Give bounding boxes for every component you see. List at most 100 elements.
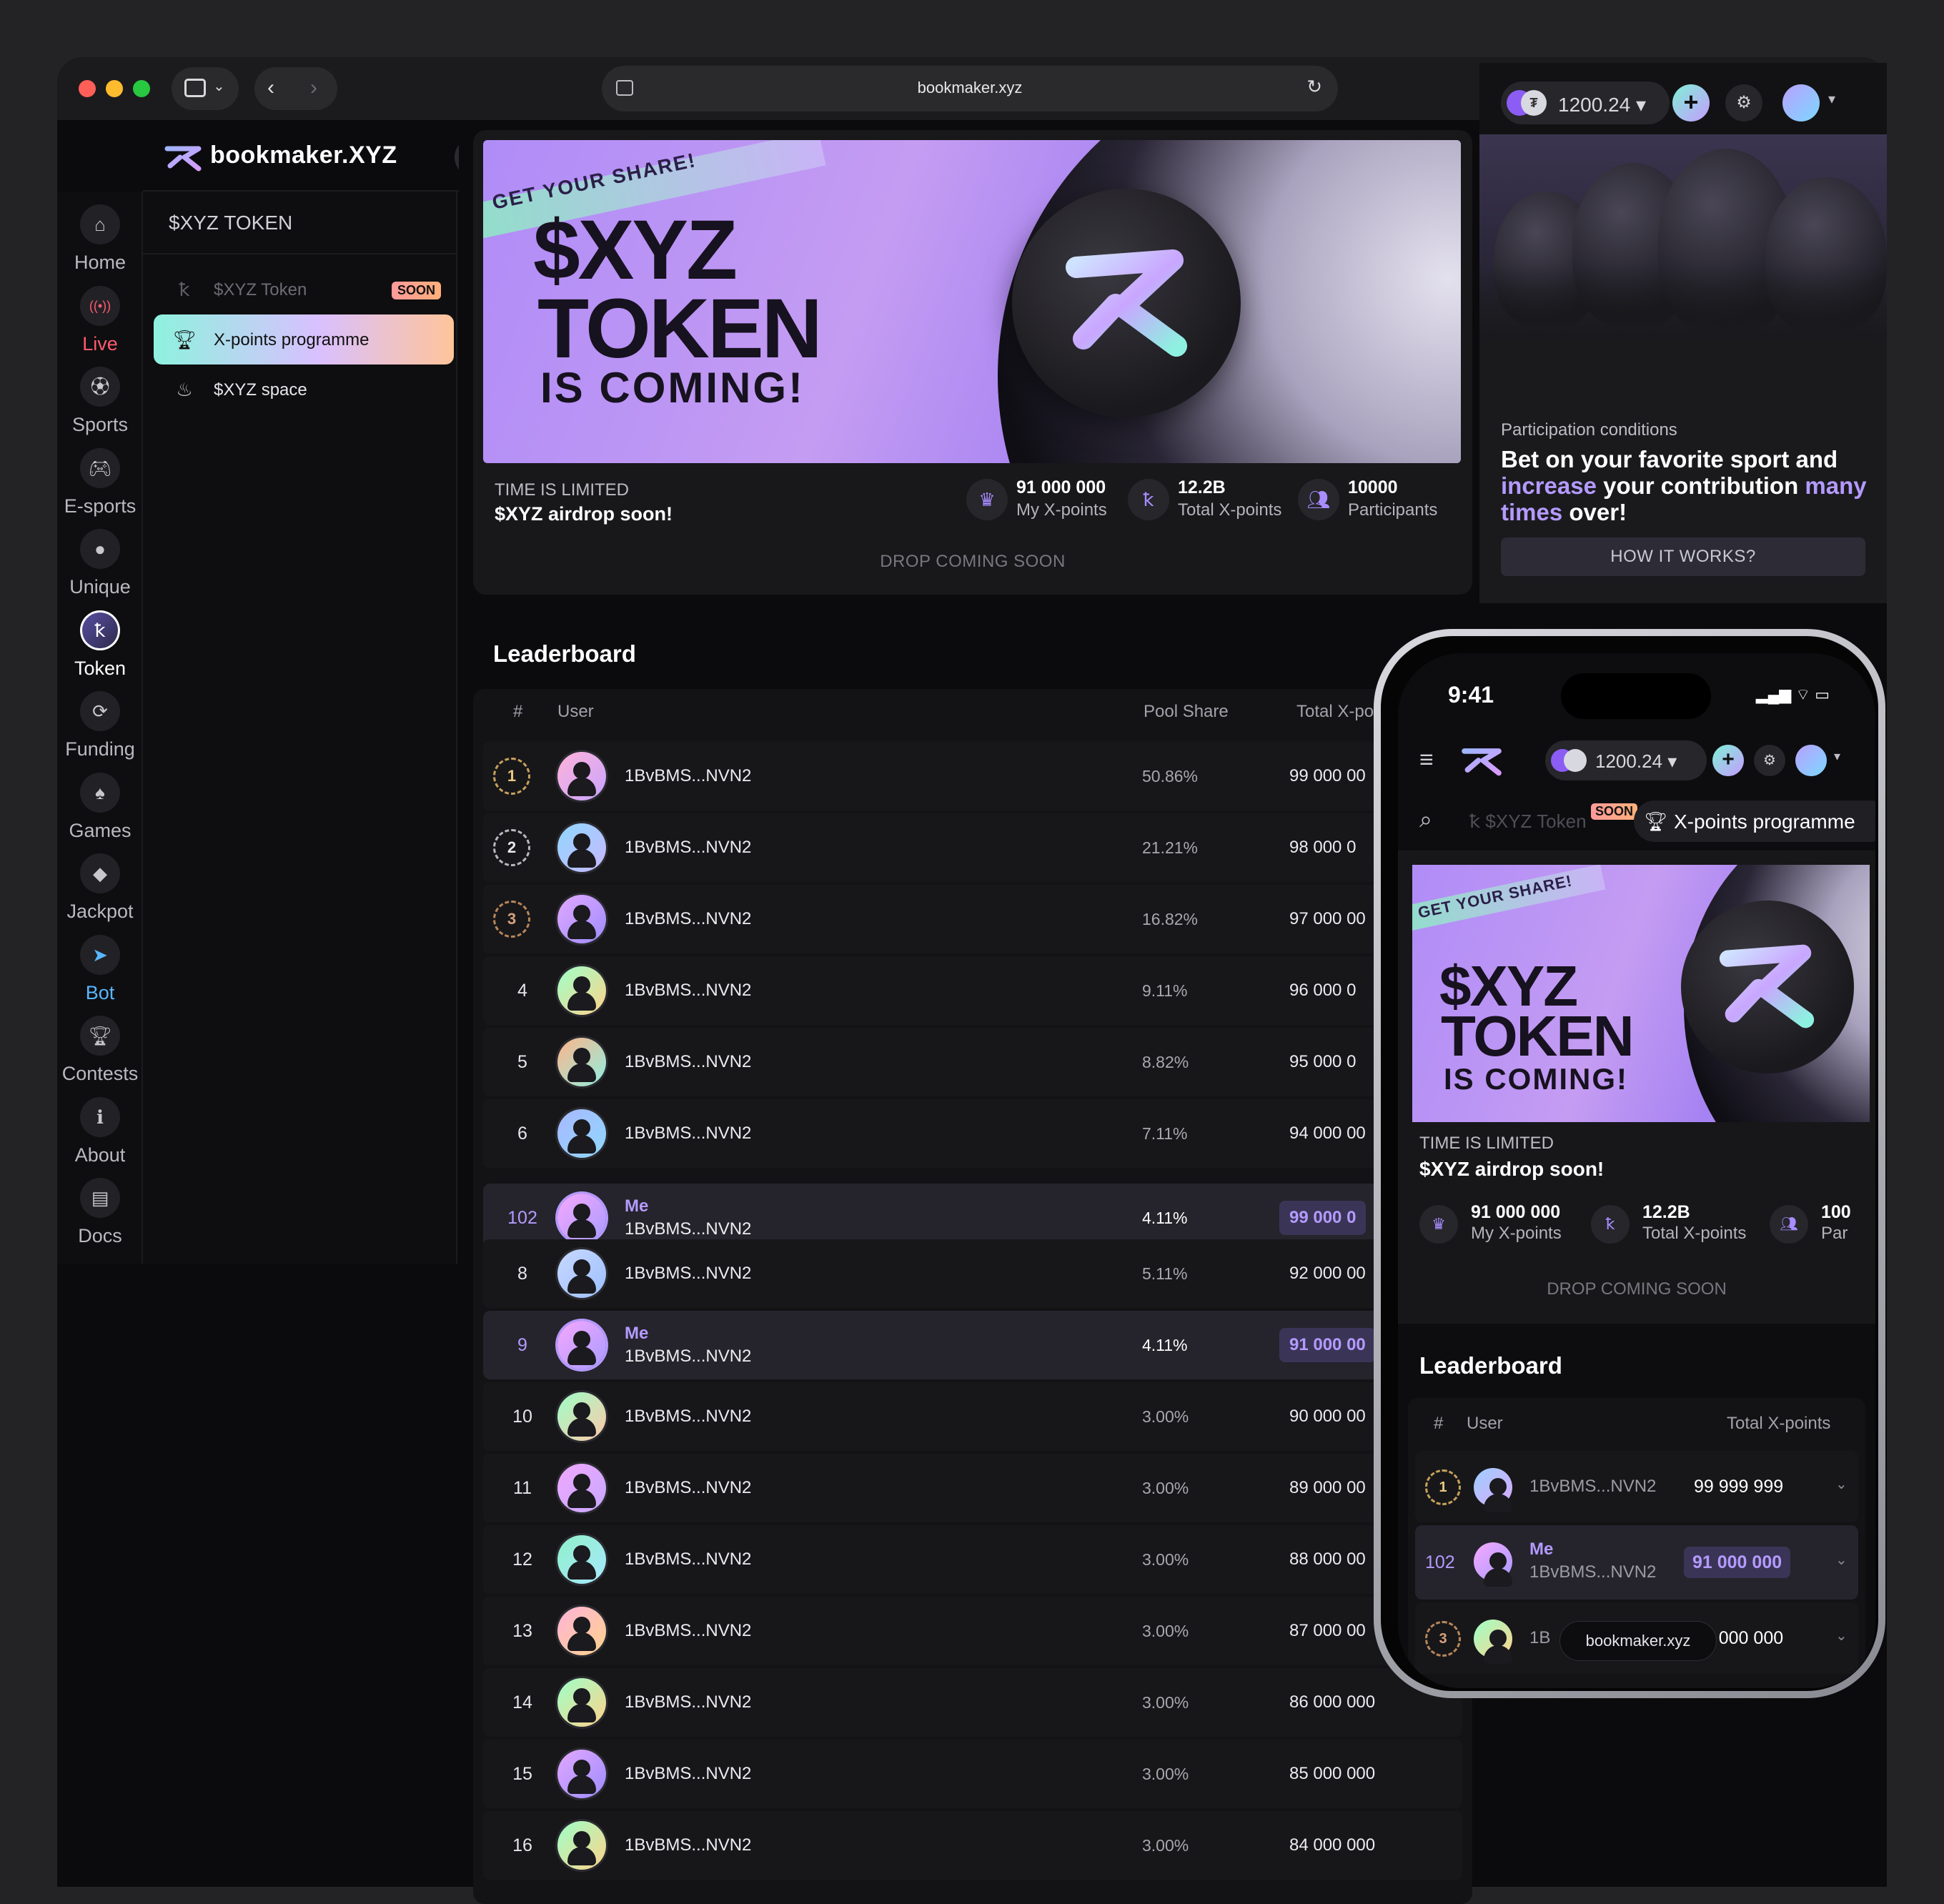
sidebar-item-unique[interactable]: ● Unique	[57, 529, 143, 598]
table-header: # User Pool Share Total X-po	[473, 702, 1472, 730]
table-row[interactable]: 14 1BvBMS...NVN2 3.00% 86 000 000	[483, 1668, 1462, 1737]
table-row[interactable]: 1 1BvBMS...NVN2 50.86% 99 000 00	[483, 742, 1462, 810]
time-limited-label: TIME IS LIMITED	[1419, 1134, 1554, 1153]
sidebar-item-bot[interactable]: ➤ Bot	[57, 934, 143, 1004]
sidebar-toggle-button[interactable]: ⌄	[172, 67, 239, 110]
sidebar-item-sports[interactable]: ⚽︎ Sports	[57, 367, 143, 436]
sidebar-item-games[interactable]: ♠ Games	[57, 772, 143, 842]
deposit-button[interactable]: +	[1672, 84, 1710, 122]
pool-share: 3.00%	[1142, 1622, 1189, 1640]
chevron-down-icon[interactable]: ▾	[1828, 90, 1835, 108]
avatar	[557, 966, 606, 1015]
table-row[interactable]: 6 1BvBMS...NVN2 7.11% 94 000 00	[483, 1099, 1462, 1168]
sidebar-item-e-sports[interactable]: 🎮︎ E-sports	[57, 447, 143, 517]
avatar	[557, 895, 606, 943]
token-logo-icon	[1066, 249, 1187, 357]
search-icon[interactable]: ⌕	[1419, 806, 1432, 833]
address-bar[interactable]: bookmaker.xyz ↻	[602, 66, 1338, 111]
sidebar-item-home[interactable]: ⌂ Home	[57, 204, 143, 274]
table-row[interactable]: 12 1BvBMS...NVN2 3.00% 88 000 00	[483, 1525, 1462, 1594]
table-row[interactable]: 8 1BvBMS...NVN2 5.11% 92 000 00	[483, 1239, 1462, 1308]
stat-value: 100	[1821, 1202, 1851, 1222]
minimize-window-button[interactable]	[106, 80, 123, 97]
phone-url-pill[interactable]: bookmaker.xyz	[1559, 1621, 1717, 1661]
sidebar-item-funding[interactable]: ⟳ Funding	[57, 691, 143, 760]
tab-x-points[interactable]: 🏆︎ X-points programme	[1634, 800, 1875, 842]
close-window-button[interactable]	[79, 80, 96, 97]
sidebar-item-label: Unique	[69, 576, 131, 598]
header-pool-share: Pool Share	[1144, 702, 1229, 721]
balance-value: 1200.24 ▾	[1558, 94, 1647, 116]
token-logo-icon: ꝁ	[179, 279, 190, 300]
settings-icon[interactable]: ⚙	[1725, 84, 1762, 122]
table-row[interactable]: 1 1BvBMS...NVN2 99 999 999 ⌄	[1415, 1451, 1858, 1522]
username: 1BvBMS...NVN2	[625, 1835, 752, 1855]
stat-value: 12.2B	[1178, 477, 1226, 497]
bronze-medal-icon: 3	[1425, 1621, 1461, 1657]
chevron-down-icon[interactable]: ⌄	[1835, 1627, 1848, 1645]
table-row-me[interactable]: 102 Me 1BvBMS...NVN2 91 000 000 ⌄	[1415, 1525, 1858, 1600]
deposit-button[interactable]: +	[1712, 745, 1744, 776]
stat-label: My X-points	[1471, 1224, 1562, 1243]
back-icon[interactable]: ‹	[267, 76, 274, 100]
banner-title-3: IS COMING!	[540, 364, 805, 412]
sidebar-item-docs[interactable]: ▤ Docs	[57, 1178, 143, 1247]
forward-icon[interactable]: ›	[310, 76, 317, 100]
sidebar-item-token[interactable]: ꝁ Token	[57, 610, 143, 680]
table-row[interactable]: 16 1BvBMS...NVN2 3.00% 84 000 000	[483, 1811, 1462, 1880]
how-it-works-button[interactable]: HOW IT WORKS?	[1501, 537, 1865, 576]
header-rank: #	[1434, 1414, 1444, 1433]
tab-xyz-token[interactable]: ꝁ $XYZ Token	[1469, 810, 1587, 833]
chevron-down-icon[interactable]: ▾	[1834, 749, 1840, 764]
balance-selector[interactable]: ₮ 1200.24 ▾	[1501, 81, 1670, 124]
sidebar-item-about[interactable]: ℹ About	[57, 1096, 143, 1166]
table-row[interactable]: 13 1BvBMS...NVN2 3.00% 87 000 00	[483, 1597, 1462, 1665]
maximize-window-button[interactable]	[133, 80, 150, 97]
airdrop-info: TIME IS LIMITED $XYZ airdrop soon!	[495, 480, 673, 525]
chevron-down-icon[interactable]: ⌄	[1835, 1475, 1848, 1493]
table-row[interactable]: 11 1BvBMS...NVN2 3.00% 89 000 00	[483, 1454, 1462, 1522]
total-xpoints: 91 000 000	[1684, 1547, 1791, 1578]
settings-icon[interactable]: ⚙	[1754, 745, 1785, 776]
token-banner[interactable]: GET YOUR SHARE! $XYZ TOKEN IS COMING!	[1412, 865, 1870, 1122]
subnav-item-xyz-space[interactable]: ♨ $XYZ space	[154, 365, 454, 415]
total-xpoints: 87 000 00	[1289, 1621, 1366, 1640]
username: 1BvBMS...NVN2	[625, 1764, 752, 1783]
stat-label: Total X-points	[1178, 500, 1282, 520]
avatar	[557, 1821, 606, 1870]
pool-share: 8.82%	[1142, 1053, 1189, 1071]
stat-value: 10000	[1348, 477, 1398, 497]
username: 1BvBMS...NVN2	[625, 1264, 752, 1283]
logo-icon[interactable]	[1459, 743, 1504, 778]
phone-header: ≡ 1200.24 ▾ + ⚙ ▾	[1398, 725, 1875, 793]
docs-icon: ▤	[80, 1178, 120, 1218]
table-row[interactable]: 3 1BvBMS...NVN2 16.82% 97 000 00	[483, 885, 1462, 953]
logo-icon[interactable]	[163, 142, 203, 173]
sidebar-item-contests[interactable]: 🏆︎ Contests	[57, 1016, 143, 1085]
sidebar-item-jackpot[interactable]: ◆ Jackpot	[57, 853, 143, 923]
pool-share: 5.11%	[1142, 1264, 1188, 1283]
table-row[interactable]: 2 1BvBMS...NVN2 21.21% 98 000 0	[483, 813, 1462, 882]
table-row[interactable]: 15 1BvBMS...NVN2 3.00% 85 000 000	[483, 1740, 1462, 1808]
menu-icon[interactable]: ≡	[1419, 746, 1434, 774]
token-banner[interactable]: GET YOUR SHARE! $XYZ TOKEN IS COMING!	[483, 140, 1461, 463]
table-row[interactable]: 5 1BvBMS...NVN2 8.82% 95 000 0	[483, 1028, 1462, 1096]
subnav-item-xyz-token[interactable]: ꝁ $XYZ Token SOON	[154, 264, 454, 314]
brand-name[interactable]: bookmaker.XYZ	[210, 142, 397, 169]
balance-selector[interactable]: 1200.24 ▾	[1545, 740, 1707, 780]
username: 1BvBMS...NVN2	[625, 909, 752, 928]
token-coin-image	[1012, 189, 1241, 417]
chevron-down-icon[interactable]: ⌄	[1835, 1551, 1848, 1569]
avatar	[557, 1750, 606, 1798]
reload-icon[interactable]: ↻	[1306, 76, 1322, 98]
avatar[interactable]	[1795, 745, 1827, 776]
total-xpoints: 94 000 00	[1289, 1124, 1366, 1143]
avatar[interactable]	[1782, 84, 1820, 122]
table-row[interactable]: 10 1BvBMS...NVN2 3.00% 90 000 00	[483, 1382, 1462, 1451]
total-xpoints: 95 000 0	[1289, 1052, 1357, 1071]
table-row[interactable]: 4 1BvBMS...NVN2 9.11% 96 000 0	[483, 956, 1462, 1025]
subnav-item-x-points[interactable]: 🏆︎ X-points programme	[154, 314, 454, 365]
table-row-me[interactable]: 9 Me 1BvBMS...NVN2 4.11% 91 000 00	[483, 1311, 1462, 1379]
sidebar-item-live[interactable]: ((•)) Live	[57, 285, 143, 355]
xpoints-icon: ꝁ	[1128, 479, 1169, 520]
